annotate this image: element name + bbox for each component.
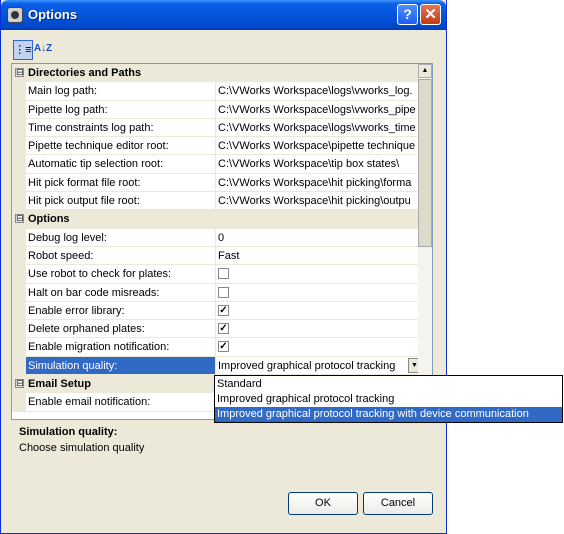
property-row-hit-pick-output-file-root[interactable]: Hit pick output file root: C:\VWorks Wor…: [12, 192, 418, 211]
category-label: Directories and Paths: [28, 67, 142, 79]
checkbox[interactable]: ✓: [218, 323, 229, 335]
property-row-main-log-path[interactable]: Main log path: C:\VWorks Workspace\logs\…: [12, 82, 418, 101]
property-value[interactable]: Fast: [218, 250, 416, 262]
checkbox[interactable]: [218, 268, 229, 280]
property-value[interactable]: Improved graphical protocol tracking: [218, 360, 416, 372]
property-row-robot-speed[interactable]: Robot speed: Fast: [12, 246, 418, 266]
property-name: Pipette technique editor root:: [28, 140, 169, 153]
property-name: Debug log level:: [28, 231, 107, 244]
property-value[interactable]: 0: [218, 232, 416, 244]
property-value[interactable]: C:\VWorks Workspace\hit picking\forma: [218, 177, 416, 189]
property-name: Enable email notification:: [28, 396, 151, 409]
collapse-icon[interactable]: ⊟: [15, 68, 24, 77]
property-name: Delete orphaned plates:: [28, 323, 145, 336]
property-value[interactable]: C:\VWorks Workspace\logs\vworks_log.: [218, 85, 416, 97]
property-name: Hit pick output file root:: [28, 195, 140, 208]
property-name: Main log path:: [28, 85, 98, 98]
property-toolbar: ⋮≡ A↓Z: [11, 40, 431, 62]
title-bar[interactable]: Options ? ✕: [1, 0, 446, 30]
categorized-view-icon[interactable]: ⋮≡: [13, 40, 33, 60]
checkbox[interactable]: [218, 286, 229, 298]
property-name: Halt on bar code misreads:: [28, 286, 160, 299]
property-name: Enable migration notification:: [28, 341, 170, 354]
property-row-automatic-tip-selection-root[interactable]: Automatic tip selection root: C:\VWorks …: [12, 155, 418, 174]
property-name: Automatic tip selection root:: [28, 158, 164, 171]
property-value[interactable]: C:\VWorks Workspace\logs\vworks_pipe: [218, 104, 416, 116]
property-row-enable-migration-notification[interactable]: Enable migration notification: ✓: [12, 338, 418, 357]
property-name: Time constraints log path:: [28, 121, 154, 134]
checkbox[interactable]: ✓: [218, 304, 229, 316]
property-row-use-robot-to-check-for-plates[interactable]: Use robot to check for plates:: [12, 265, 418, 284]
property-row-hit-pick-format-file-root[interactable]: Hit pick format file root: C:\VWorks Wor…: [12, 173, 418, 193]
scroll-up-icon[interactable]: ▲: [418, 64, 432, 78]
alphabetical-sort-icon[interactable]: A↓Z: [33, 40, 53, 60]
simulation-quality-dropdown-list: Standard Improved graphical protocol tra…: [214, 375, 563, 423]
property-row-time-constraints-log-path[interactable]: Time constraints log path: C:\VWorks Wor…: [12, 118, 418, 138]
property-value[interactable]: C:\VWorks Workspace\pipette technique: [218, 140, 416, 152]
help-button[interactable]: ?: [397, 4, 418, 25]
cancel-button[interactable]: Cancel: [363, 492, 433, 515]
property-row-simulation-quality[interactable]: Simulation quality: Improved graphical p…: [12, 356, 421, 376]
description-panel: Simulation quality: Choose simulation qu…: [11, 422, 433, 482]
property-row-pipette-technique-editor-root[interactable]: Pipette technique editor root: C:\VWorks…: [12, 137, 418, 156]
window-title: Options: [28, 7, 78, 22]
property-value[interactable]: C:\VWorks Workspace\hit picking\outpu: [218, 195, 416, 207]
dropdown-option-standard[interactable]: Standard: [215, 377, 562, 392]
scroll-thumb[interactable]: [418, 79, 432, 247]
category-options[interactable]: ⊟ Options: [12, 210, 418, 229]
property-name: Simulation quality:: [28, 359, 118, 372]
property-row-enable-error-library[interactable]: Enable error library: ✓: [12, 301, 418, 321]
property-name: Hit pick format file root:: [28, 176, 141, 189]
property-value[interactable]: C:\VWorks Workspace\tip box states\: [218, 158, 416, 170]
category-directories-and-paths[interactable]: ⊟ Directories and Paths: [12, 64, 418, 83]
category-label: Email Setup: [28, 378, 91, 391]
property-name: Use robot to check for plates:: [28, 268, 172, 281]
app-icon: [7, 7, 23, 23]
description-title: Simulation quality:: [19, 426, 118, 438]
collapse-icon[interactable]: ⊟: [15, 379, 24, 389]
property-value[interactable]: C:\VWorks Workspace\logs\vworks_time: [218, 122, 416, 134]
vertical-scrollbar[interactable]: ▲: [418, 64, 432, 419]
property-rows: ⊟ Directories and Paths Main log path: C…: [12, 64, 421, 412]
property-row-halt-on-bar-code-misreads[interactable]: Halt on bar code misreads:: [12, 283, 418, 302]
dropdown-option-improved-tracking-device[interactable]: Improved graphical protocol tracking wit…: [215, 407, 562, 422]
property-row-pipette-log-path[interactable]: Pipette log path: C:\VWorks Workspace\lo…: [12, 100, 418, 119]
ok-button[interactable]: OK: [288, 492, 358, 515]
collapse-icon[interactable]: ⊟: [15, 214, 24, 224]
dropdown-option-improved-tracking[interactable]: Improved graphical protocol tracking: [215, 392, 562, 407]
property-grid: ⊟ Directories and Paths Main log path: C…: [11, 63, 433, 420]
property-row-delete-orphaned-plates[interactable]: Delete orphaned plates: ✓: [12, 320, 418, 339]
close-button[interactable]: ✕: [420, 4, 441, 25]
property-row-debug-log-level[interactable]: Debug log level: 0: [12, 228, 418, 247]
checkbox[interactable]: ✓: [218, 341, 229, 353]
description-text: Choose simulation quality: [19, 442, 145, 454]
options-window: Options ? ✕ ⋮≡ A↓Z ⊟ Directories and Pat…: [0, 0, 447, 534]
property-name: Enable error library:: [28, 304, 125, 317]
category-label: Options: [28, 213, 70, 226]
property-name: Robot speed:: [28, 249, 94, 262]
property-name: Pipette log path:: [28, 103, 108, 116]
